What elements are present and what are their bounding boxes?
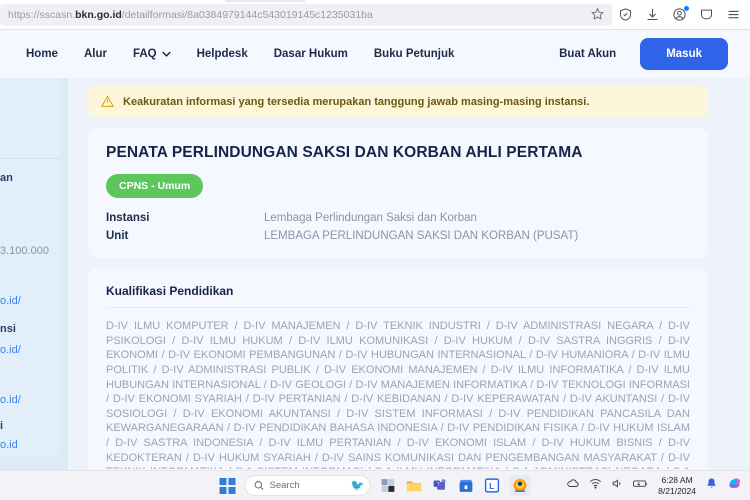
taskbar-clock[interactable]: 6:28 AM 8/21/2024 [658, 475, 696, 495]
browser-toolbar: https://sscasn.bkn.go.id/detailformasi/8… [0, 0, 750, 30]
nav-item-label: Home [26, 48, 58, 60]
onedrive-icon[interactable] [566, 476, 580, 495]
save-to-pocket-icon[interactable] [699, 7, 714, 22]
nav-item-label: FAQ [133, 48, 157, 60]
widgets-icon[interactable] [380, 477, 397, 494]
copilot-icon[interactable] [727, 476, 742, 496]
meta-label: Unit [106, 230, 264, 242]
url-prefix: https://sscasn. [8, 9, 75, 21]
web-page: an 3.100.000 o.id/ nsi o.id/ o.id/ i o.i… [0, 30, 750, 470]
microsoft-store-icon[interactable] [458, 477, 475, 494]
microsoft-teams-icon[interactable]: T [432, 477, 449, 494]
firefox-icon[interactable] [510, 475, 531, 496]
warning-triangle-icon [101, 95, 114, 108]
left-fragment: nsi [0, 323, 16, 335]
bird-illustration-icon: 🐦 [351, 479, 365, 492]
wifi-icon[interactable] [589, 477, 602, 495]
url-path: /detailformasi/8a0384979144c543019145c12… [122, 9, 373, 21]
nav-item-buku-petunjuk[interactable]: Buku Petunjuk [374, 48, 455, 60]
meta-value: Lembaga Perlindungan Saksi dan Korban [264, 212, 477, 224]
login-button[interactable]: Masuk [640, 38, 728, 70]
chevron-down-icon [162, 49, 171, 59]
nav-item-label: Buku Petunjuk [374, 48, 455, 60]
search-placeholder-text: Search [270, 480, 300, 491]
page-title: PENATA PERLINDUNGAN SAKSI DAN KORBAN AHL… [106, 144, 690, 162]
svg-text:T: T [437, 482, 440, 488]
meta-row-instansi: Instansi Lembaga Perlindungan Saksi dan … [106, 212, 690, 224]
account-icon[interactable] [672, 7, 687, 22]
education-qualification-card: Kualifikasi Pendidikan D-IV ILMU KOMPUTE… [88, 268, 708, 470]
start-button-icon[interactable] [220, 478, 236, 494]
meta-row-unit: Unit LEMBAGA PERLINDUNGAN SAKSI DAN KORB… [106, 230, 690, 242]
main-content: Keakuratan informasi yang tersedia merup… [88, 86, 708, 470]
firefox-glyph [512, 477, 529, 494]
battery-charging-icon[interactable] [633, 477, 649, 495]
alert-text: Keakuratan informasi yang tersedia merup… [123, 96, 589, 108]
left-fragment: 3.100.000 [0, 245, 49, 257]
file-explorer-icon[interactable] [406, 477, 423, 494]
download-icon[interactable] [645, 7, 660, 22]
app-l-icon[interactable]: L [484, 477, 501, 494]
nav-item-label: Helpdesk [197, 48, 248, 60]
widgets-glyph [380, 477, 397, 494]
nav-item-label: Alur [84, 48, 107, 60]
create-account-button[interactable]: Buat Akun [549, 40, 626, 68]
status-badge: CPNS - Umum [106, 174, 203, 198]
taskbar-center-group: Search 🐦 T L [220, 475, 531, 496]
teams-glyph: T [432, 477, 449, 494]
nav-item-home[interactable]: Home [26, 48, 58, 60]
site-navbar: Home Alur FAQ Helpdesk Dasar Hukum Buku … [0, 30, 750, 78]
screen: https://sscasn.bkn.go.id/detailformasi/8… [0, 0, 750, 500]
nav-item-dasar-hukum[interactable]: Dasar Hukum [274, 48, 348, 60]
nav-actions: Buat Akun Masuk [549, 38, 728, 70]
nav-item-alur[interactable]: Alur [84, 48, 107, 60]
left-fragment: an [0, 172, 13, 184]
taskbar-search-input[interactable]: Search 🐦 [245, 475, 371, 496]
left-page-column: an 3.100.000 o.id/ nsi o.id/ o.id/ i o.i… [0, 30, 68, 470]
system-tray: 6:28 AM 8/21/2024 [566, 475, 742, 495]
education-qualification-text: D-IV ILMU KOMPUTER / D-IV MANAJEMEN / D-… [106, 319, 690, 469]
clock-date: 8/21/2024 [658, 486, 696, 496]
clock-time: 6:28 AM [658, 475, 696, 485]
app-menu-icon[interactable] [726, 7, 741, 22]
app-l-glyph: L [484, 477, 501, 494]
nav-links: Home Alur FAQ Helpdesk Dasar Hukum Buku … [26, 48, 454, 60]
left-divider [0, 158, 60, 159]
info-alert-banner: Keakuratan informasi yang tersedia merup… [88, 86, 708, 117]
bell-icon[interactable] [705, 477, 718, 495]
left-fragment-link[interactable]: o.id/ [0, 394, 21, 406]
url-domain: bkn.go.id [75, 9, 122, 21]
nav-item-faq[interactable]: FAQ [133, 48, 171, 60]
svg-text:L: L [489, 481, 494, 491]
search-icon [254, 480, 265, 491]
left-fragment-link[interactable]: o.id [0, 439, 18, 451]
windows-taskbar: Search 🐦 T L [0, 470, 750, 500]
address-bar[interactable]: https://sscasn.bkn.go.id/detailformasi/8… [0, 4, 612, 26]
folder-glyph [406, 477, 423, 494]
left-fragment-link[interactable]: o.id/ [0, 344, 21, 356]
left-fragment-link[interactable]: o.id/ [0, 295, 21, 307]
meta-label: Instansi [106, 212, 264, 224]
browser-action-icons [618, 7, 750, 22]
browser-tab-stub[interactable] [225, 0, 305, 2]
account-notification-badge [684, 6, 689, 11]
meta-value: LEMBAGA PERLINDUNGAN SAKSI DAN KORBAN (P… [264, 230, 578, 242]
shield-privacy-icon[interactable] [618, 7, 633, 22]
copilot-glyph [727, 476, 742, 491]
job-detail-card: PENATA PERLINDUNGAN SAKSI DAN KORBAN AHL… [88, 128, 708, 258]
url-text: https://sscasn.bkn.go.id/detailformasi/8… [8, 9, 373, 21]
section-title-education: Kualifikasi Pendidikan [106, 284, 690, 298]
volume-icon[interactable] [611, 477, 624, 495]
nav-item-label: Dasar Hukum [274, 48, 348, 60]
divider [106, 307, 690, 308]
nav-item-helpdesk[interactable]: Helpdesk [197, 48, 248, 60]
store-glyph [458, 477, 475, 494]
bookmark-star-icon[interactable] [591, 7, 604, 22]
left-fragment: i [0, 420, 3, 432]
